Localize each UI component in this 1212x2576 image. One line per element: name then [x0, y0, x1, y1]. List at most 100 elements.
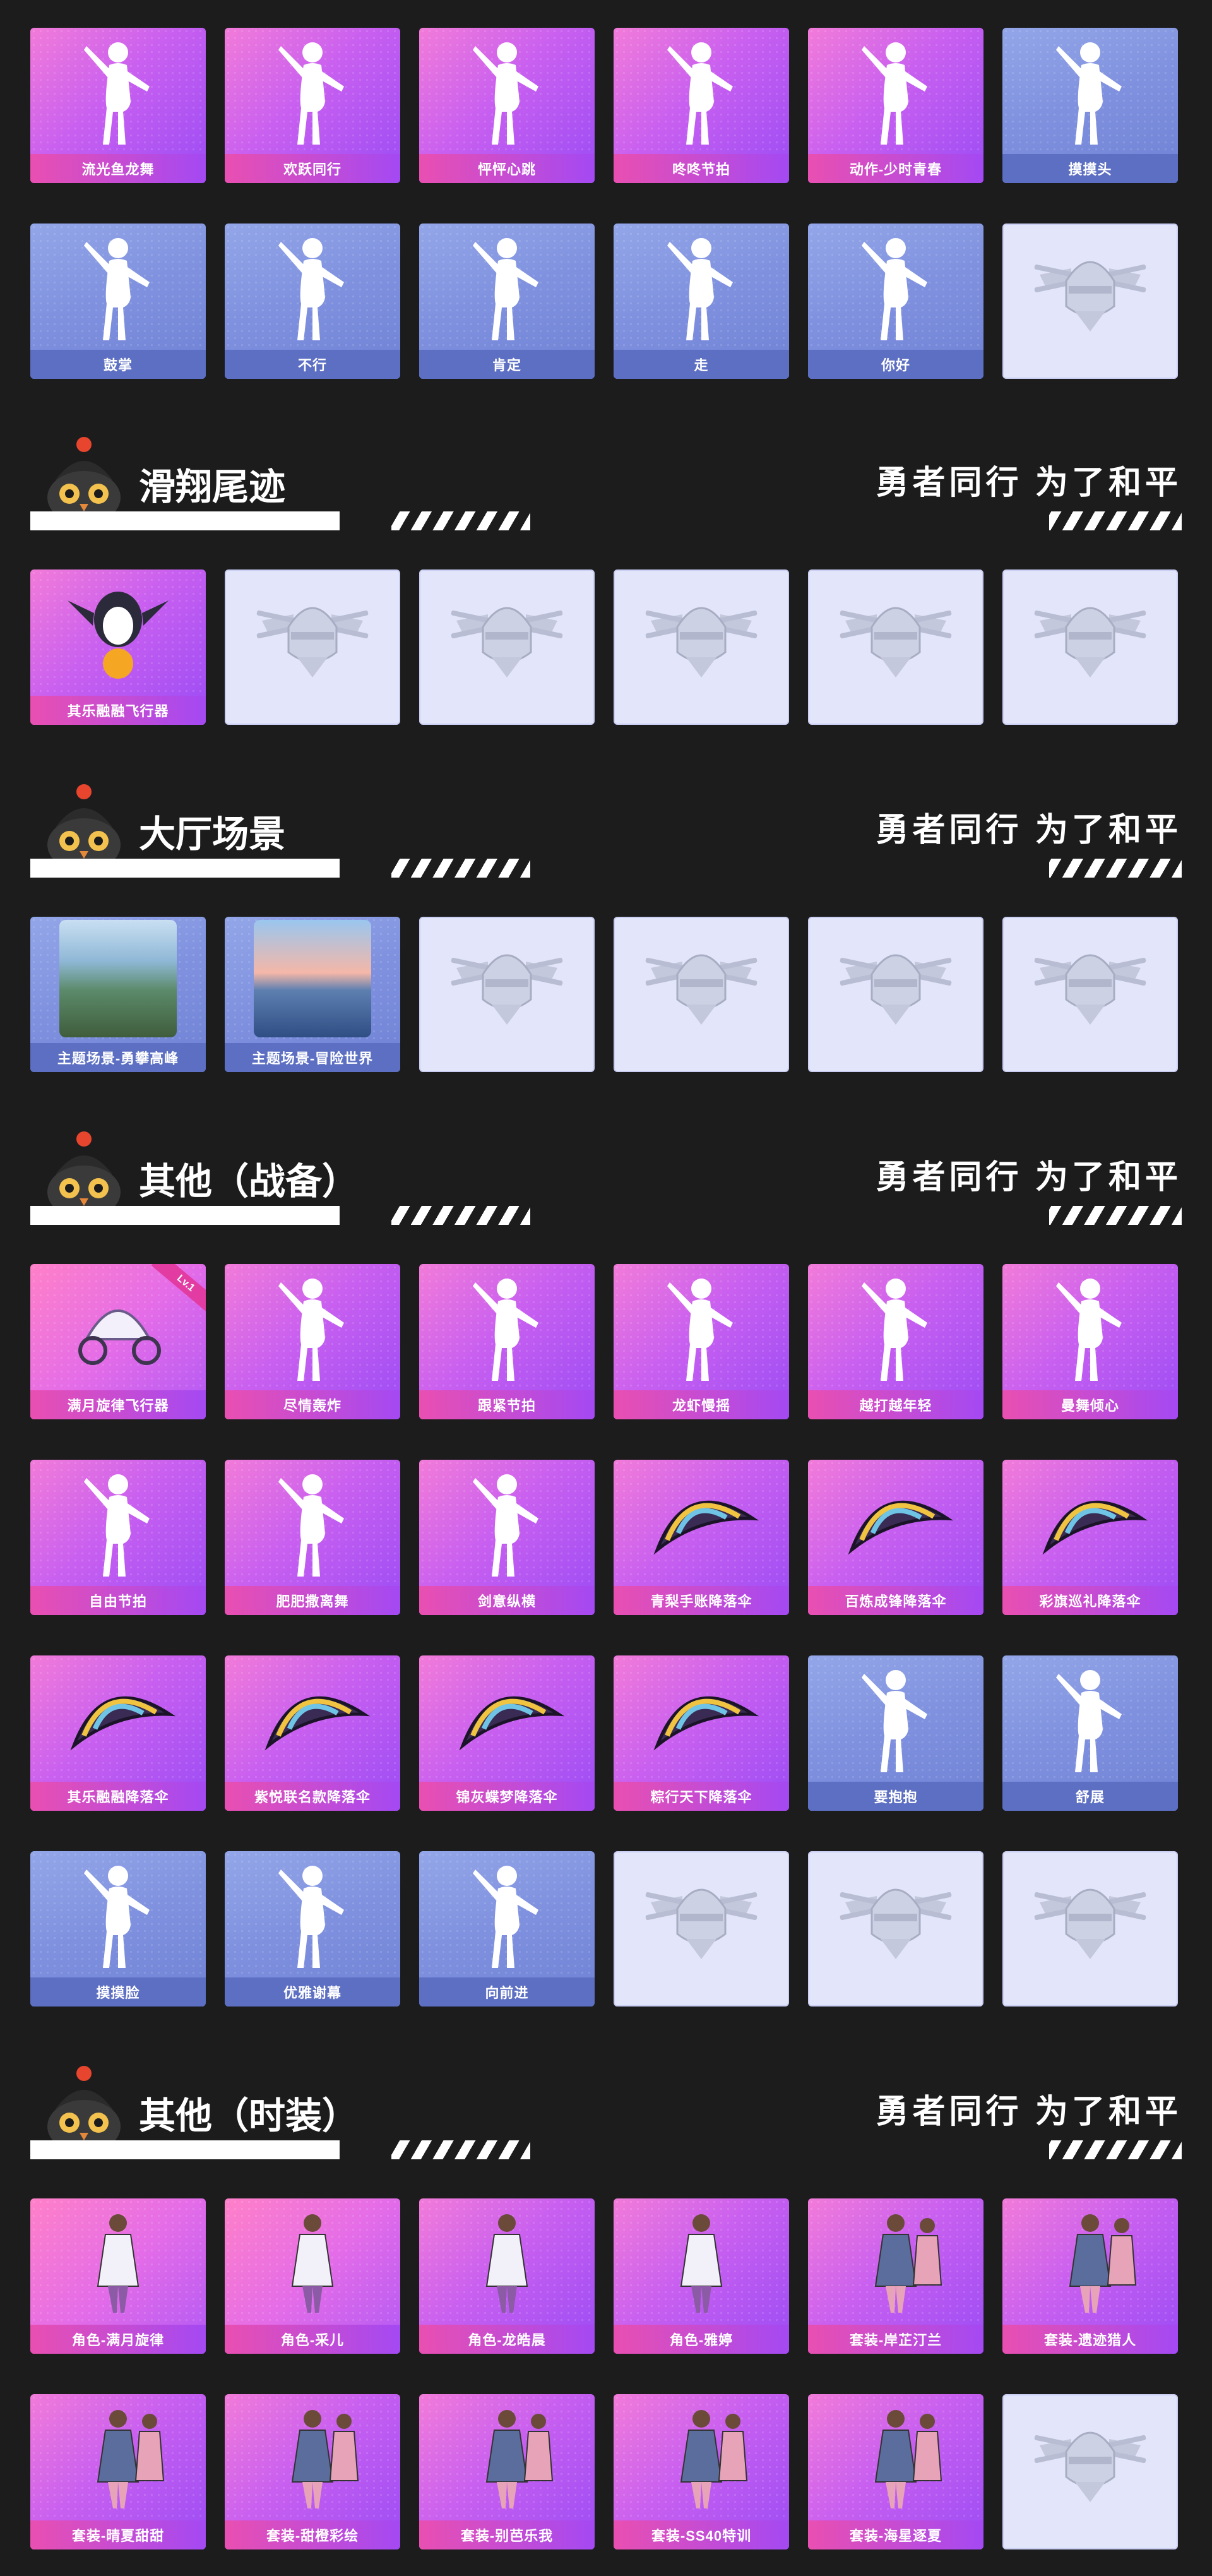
item-art [419, 2398, 595, 2515]
item-card[interactable]: 咚咚节拍 [614, 28, 789, 183]
carriage-glider-icon [78, 1309, 161, 1365]
item-card[interactable]: 套装-海星逐夏 [808, 2394, 983, 2549]
dance-silhouette-icon [84, 1474, 150, 1577]
item-card[interactable]: 向前进 [419, 1851, 595, 2007]
item-card[interactable]: 怦怦心跳 [419, 28, 595, 183]
item-card[interactable]: 欢跃同行 [225, 28, 400, 183]
item-art [225, 1855, 400, 1972]
item-card[interactable]: 流光鱼龙舞 [30, 28, 206, 183]
item-label: 尽情轰炸 [225, 1390, 400, 1419]
item-label: 套装-海星逐夏 [808, 2520, 983, 2549]
item-label: 鼓掌 [30, 350, 206, 379]
section-title: 其他（时装） [139, 2096, 359, 2137]
item-card[interactable]: 尽情轰炸 [225, 1264, 400, 1419]
section-title: 滑翔尾迹 [139, 467, 286, 508]
item-card[interactable]: 百炼成锋降落伞 [808, 1460, 983, 1615]
item-card[interactable]: 曼舞倾心 [1002, 1264, 1178, 1419]
item-card[interactable]: 龙虾慢摇 [614, 1264, 789, 1419]
empty-item-slot[interactable] [1002, 917, 1178, 1072]
section-slogan: 勇者同行 为了和平 [876, 2094, 1182, 2130]
empty-item-slot[interactable] [419, 569, 595, 725]
item-card[interactable]: 摸摸脸 [30, 1851, 206, 2007]
item-art [226, 575, 399, 692]
item-card[interactable]: 套装-岸芷汀兰 [808, 2198, 983, 2354]
item-card[interactable]: 彩旗巡礼降落伞 [1002, 1460, 1178, 1615]
empty-item-slot[interactable] [1002, 224, 1178, 379]
item-card[interactable]: 优雅谢幕 [225, 1851, 400, 2007]
item-card[interactable]: 剑意纵横 [419, 1460, 595, 1615]
empty-item-slot[interactable] [614, 1851, 789, 2007]
empty-item-slot[interactable] [614, 569, 789, 725]
item-card[interactable]: 肥肥撒离舞 [225, 1460, 400, 1615]
section-header: 其他（时装） 勇者同行 为了和平 [0, 2065, 1212, 2178]
item-card[interactable]: 套装-甜橙彩绘 [225, 2394, 400, 2549]
empty-item-slot[interactable] [1002, 1851, 1178, 2007]
item-art [420, 575, 593, 692]
item-card[interactable]: Lv.1 满月旋律飞行器 [30, 1264, 206, 1419]
item-card[interactable]: 越打越年轻 [808, 1264, 983, 1419]
empty-item-slot[interactable] [808, 917, 983, 1072]
item-card[interactable]: 你好 [808, 224, 983, 379]
item-card[interactable]: 动作-少时青春 [808, 28, 983, 183]
item-art [30, 1464, 206, 1581]
empty-item-slot[interactable] [225, 569, 400, 725]
item-card[interactable]: 走 [614, 224, 789, 379]
item-card[interactable]: 不行 [225, 224, 400, 379]
item-art [808, 1464, 983, 1581]
item-art [809, 1856, 982, 1974]
item-card[interactable]: 角色-满月旋律 [30, 2198, 206, 2354]
item-card[interactable]: 套装-遗迹猎人 [1002, 2198, 1178, 2354]
item-card[interactable]: 肯定 [419, 224, 595, 379]
item-card[interactable]: 其乐融融降落伞 [30, 1655, 206, 1811]
item-card[interactable]: 角色-采儿 [225, 2198, 400, 2354]
item-card[interactable]: 青梨手账降落伞 [614, 1460, 789, 1615]
item-card[interactable]: 套装-SS40特训 [614, 2394, 789, 2549]
item-art [30, 227, 206, 345]
item-card[interactable]: 其乐融融飞行器 [30, 569, 206, 725]
sword-dance-icon [473, 1474, 538, 1577]
item-card[interactable]: 粽行天下降落伞 [614, 1655, 789, 1811]
item-art [614, 1464, 789, 1581]
item-label: 流光鱼龙舞 [30, 154, 206, 183]
item-card[interactable]: 自由节拍 [30, 1460, 206, 1615]
mountain-scene-icon [59, 920, 177, 1037]
item-label: 跟紧节拍 [419, 1390, 595, 1419]
empty-slot-emblem-icon [451, 954, 563, 1025]
empty-item-slot[interactable] [1002, 2394, 1178, 2549]
item-card[interactable]: 主题场景-勇攀高峰 [30, 917, 206, 1072]
item-art [1002, 1659, 1178, 1777]
item-card[interactable]: 锦灰蝶梦降落伞 [419, 1655, 595, 1811]
item-card[interactable]: 套装-别芭乐我 [419, 2394, 595, 2549]
item-card[interactable]: 摸摸头 [1002, 28, 1178, 183]
item-art [808, 1268, 983, 1385]
item-card[interactable]: 套装-晴夏甜甜 [30, 2394, 206, 2549]
empty-item-slot[interactable] [808, 569, 983, 725]
outfit-set-icon [680, 2410, 748, 2508]
item-art [420, 922, 593, 1039]
item-label: 曼舞倾心 [1002, 1390, 1178, 1419]
item-card[interactable]: 跟紧节拍 [419, 1264, 595, 1419]
item-label: 向前进 [419, 1977, 595, 2007]
item-card[interactable]: 角色-龙皓晨 [419, 2198, 595, 2354]
item-label: 不行 [225, 350, 400, 379]
item-art [1004, 229, 1177, 346]
empty-item-slot[interactable] [808, 1851, 983, 2007]
sea-scene-icon [254, 920, 371, 1037]
item-art [225, 2202, 400, 2320]
item-label: 优雅谢幕 [225, 1977, 400, 2007]
item-card[interactable]: 鼓掌 [30, 224, 206, 379]
item-card[interactable]: 紫悦联名款降落伞 [225, 1655, 400, 1811]
item-art [419, 227, 595, 345]
empty-item-slot[interactable] [419, 917, 595, 1072]
item-label: 欢跃同行 [225, 154, 400, 183]
empty-item-slot[interactable] [1002, 569, 1178, 725]
empty-item-slot[interactable] [614, 917, 789, 1072]
item-art [225, 227, 400, 345]
item-label: 主题场景-勇攀高峰 [30, 1043, 206, 1072]
item-card[interactable]: 舒展 [1002, 1655, 1178, 1811]
item-card[interactable]: 角色-雅婷 [614, 2198, 789, 2354]
item-card[interactable]: 主题场景-冒险世界 [225, 917, 400, 1072]
item-card[interactable]: 要抱抱 [808, 1655, 983, 1811]
item-label: 肯定 [419, 350, 595, 379]
item-label: 套装-遗迹猎人 [1002, 2325, 1178, 2354]
